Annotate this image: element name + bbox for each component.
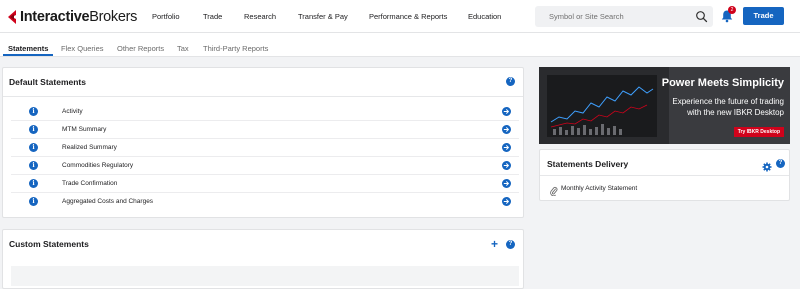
report-tabs: Statements Flex Queries Other Reports Ta… xyxy=(0,33,800,57)
help-icon[interactable]: ? xyxy=(776,159,785,168)
delivery-item-label[interactable]: Monthly Activity Statement xyxy=(561,185,637,192)
nav-item-trade[interactable]: Trade xyxy=(203,12,222,21)
statement-label[interactable]: Commodities Regulatory xyxy=(62,162,133,169)
arrow-right-icon[interactable] xyxy=(502,143,511,152)
nav-item-portfolio[interactable]: Portfolio xyxy=(152,12,180,21)
panel-title: Default Statements xyxy=(9,77,86,87)
brand-name-light: Brokers xyxy=(89,9,138,25)
statement-row-trade-confirmation[interactable]: i Trade Confirmation xyxy=(11,175,519,193)
divider xyxy=(3,96,523,97)
trade-button[interactable]: Trade xyxy=(743,7,784,25)
top-bar: InteractiveBrokers Portfolio Trade Resea… xyxy=(0,0,800,33)
ibkr-desktop-banner[interactable]: Power Meets Simplicity Experience the fu… xyxy=(539,67,790,144)
statement-label[interactable]: Trade Confirmation xyxy=(62,180,117,187)
help-icon[interactable]: ? xyxy=(506,240,515,249)
paperclip-icon xyxy=(550,183,558,197)
statement-label[interactable]: MTM Summary xyxy=(62,126,106,133)
statement-row-mtm-summary[interactable]: i MTM Summary xyxy=(11,121,519,139)
statement-label[interactable]: Activity xyxy=(62,108,83,115)
arrow-right-icon[interactable] xyxy=(502,161,511,170)
info-icon[interactable]: i xyxy=(29,107,38,116)
info-icon[interactable]: i xyxy=(29,197,38,206)
try-ibkr-desktop-button[interactable]: Try IBKR Desktop xyxy=(733,127,784,137)
statement-label[interactable]: Realized Summary xyxy=(62,144,117,151)
active-tab-indicator xyxy=(3,54,53,56)
nav-item-performance-reports[interactable]: Performance & Reports xyxy=(369,12,447,21)
tab-flex-queries[interactable]: Flex Queries xyxy=(61,44,104,53)
tab-tax[interactable]: Tax xyxy=(177,44,189,53)
tab-third-party-reports[interactable]: Third-Party Reports xyxy=(203,44,268,53)
info-icon[interactable]: i xyxy=(29,179,38,188)
info-icon[interactable]: i xyxy=(29,143,38,152)
arrow-right-icon[interactable] xyxy=(502,125,511,134)
tab-statements[interactable]: Statements xyxy=(8,44,48,53)
default-statements-panel: Default Statements ? i Activity i MTM Su… xyxy=(2,67,524,218)
panel-title: Statements Delivery xyxy=(547,159,629,169)
statement-row-activity[interactable]: i Activity xyxy=(11,103,519,121)
statement-row-realized-summary[interactable]: i Realized Summary xyxy=(11,139,519,157)
statement-label[interactable]: Aggregated Costs and Charges xyxy=(62,198,153,205)
panel-title: Custom Statements xyxy=(9,239,89,249)
chart-screenshot-graphic xyxy=(539,67,669,144)
statement-row-commodities-regulatory[interactable]: i Commodities Regulatory xyxy=(11,157,519,175)
arrow-right-icon[interactable] xyxy=(502,197,511,206)
plus-icon[interactable]: + xyxy=(491,238,498,250)
arrow-right-icon[interactable] xyxy=(502,179,511,188)
divider xyxy=(540,175,789,176)
custom-statements-list xyxy=(11,266,519,286)
custom-statements-panel: Custom Statements + ? xyxy=(2,229,524,289)
nav-item-education[interactable]: Education xyxy=(468,12,501,21)
brand-name: InteractiveBrokers xyxy=(20,9,137,25)
search-icon[interactable] xyxy=(695,10,708,23)
statement-row-aggregated-costs[interactable]: i Aggregated Costs and Charges xyxy=(11,193,519,211)
banner-subtitle-line1: Experience the future of trading xyxy=(672,97,784,106)
search-placeholder: Symbol or Site Search xyxy=(549,12,624,21)
brand-name-bold: Interactive xyxy=(20,9,90,25)
help-icon[interactable]: ? xyxy=(506,77,515,86)
notification-count-badge: 2 xyxy=(728,6,736,14)
search-input[interactable]: Symbol or Site Search xyxy=(535,6,713,27)
nav-item-transfer-pay[interactable]: Transfer & Pay xyxy=(298,12,348,21)
statements-delivery-panel: Statements Delivery ? Monthly Activity S… xyxy=(539,149,790,201)
banner-title: Power Meets Simplicity xyxy=(661,77,784,89)
info-icon[interactable]: i xyxy=(29,125,38,134)
tab-other-reports[interactable]: Other Reports xyxy=(117,44,164,53)
arrow-right-icon[interactable] xyxy=(502,107,511,116)
banner-subtitle-line2: with the new IBKR Desktop xyxy=(687,108,784,117)
logo-icon xyxy=(8,10,18,24)
gear-icon[interactable] xyxy=(762,159,772,172)
info-icon[interactable]: i xyxy=(29,161,38,170)
nav-item-research[interactable]: Research xyxy=(244,12,276,21)
brand-logo[interactable]: InteractiveBrokers xyxy=(8,8,137,26)
